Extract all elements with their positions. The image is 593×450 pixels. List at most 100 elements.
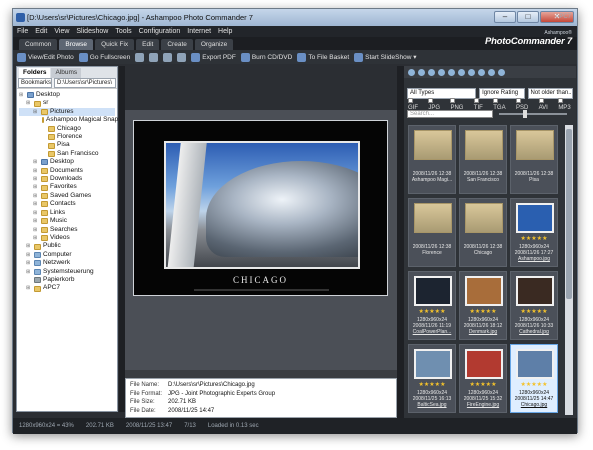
tree-item[interactable]: ⊞ Searches xyxy=(19,226,115,234)
maximize-button[interactable]: □ xyxy=(517,11,539,23)
redo-icon[interactable] xyxy=(149,52,159,62)
thumbnail[interactable]: ★★★★★ 1280x960x24 2008/11/26 17:27 Ashampoo… xyxy=(510,198,558,267)
menu-file[interactable]: File xyxy=(17,26,28,37)
view-icon[interactable] xyxy=(458,68,465,76)
checkbox-tif[interactable]: TIF xyxy=(473,97,488,111)
tab-albums[interactable]: Albums xyxy=(51,68,82,78)
tree-item[interactable]: ⊞ Systemsteuerung xyxy=(19,268,115,276)
checkbox-box[interactable] xyxy=(450,97,456,103)
tree-item[interactable]: ⊞ Computer xyxy=(19,251,115,259)
sort-icon[interactable] xyxy=(448,68,455,76)
checkbox-png[interactable]: PNG xyxy=(450,97,468,111)
rotate-left-icon[interactable] xyxy=(163,52,173,62)
expand-toggle-icon[interactable]: ⊞ xyxy=(33,192,39,200)
menu-configuration[interactable]: Configuration xyxy=(139,26,181,37)
checkbox-box[interactable] xyxy=(558,97,564,103)
tree-item[interactable]: ⊞ Netzwerk xyxy=(19,259,115,267)
expand-toggle-icon[interactable]: ⊞ xyxy=(33,234,39,242)
thumbnail[interactable]: ★★★★★ 1280x960x24 2008/11/25 16:13 BalticSe… xyxy=(408,344,456,413)
menu-help[interactable]: Help xyxy=(218,26,232,37)
tree-item[interactable]: ⊞ Videos xyxy=(19,234,115,242)
checkbox-box[interactable] xyxy=(428,97,434,103)
menu-internet[interactable]: Internet xyxy=(187,26,211,37)
menu-slideshow[interactable]: Slideshow xyxy=(76,26,108,37)
tree-item[interactable]: ⊞ Documents xyxy=(19,167,115,175)
tree-item[interactable]: ⊞ sr xyxy=(19,99,115,107)
search-input[interactable]: Search... xyxy=(407,110,493,118)
checkbox-jpg[interactable]: JPG xyxy=(428,97,445,111)
tree-item[interactable]: ⊞ Favorites xyxy=(19,183,115,191)
zoom-slider-knob[interactable] xyxy=(523,110,527,118)
expand-toggle-icon[interactable]: ⊞ xyxy=(33,175,39,183)
rotate-icon[interactable] xyxy=(468,68,475,76)
thumbnail[interactable]: 2008/11/26 12:38 Pisa xyxy=(510,125,558,194)
thumb-scrollbar-handle[interactable] xyxy=(566,129,572,299)
tree-item[interactable]: ⊞ APC7 xyxy=(19,284,115,292)
thumb-scrollbar[interactable] xyxy=(565,125,573,415)
tree-item[interactable]: Ashampoo Magical Snap xyxy=(19,116,118,124)
tab-quick-fix[interactable]: Quick Fix xyxy=(95,39,135,50)
rating-stars[interactable]: ★★★★★ xyxy=(460,382,506,389)
rating-stars[interactable]: ★★★★★ xyxy=(409,309,455,316)
toolbar-button-3[interactable]: Burn CD/DVD xyxy=(240,52,292,62)
tree-item[interactable]: Chicago xyxy=(19,125,115,133)
minimize-button[interactable]: – xyxy=(494,11,516,23)
expand-toggle-icon[interactable]: ⊞ xyxy=(26,99,32,107)
up-icon[interactable] xyxy=(428,68,435,76)
thumbnail[interactable]: ★★★★★ 1280x960x24 2008/11/25 15:32 FireEngi… xyxy=(459,344,507,413)
tree-item[interactable]: ⊞ Downloads xyxy=(19,175,115,183)
thumbnail[interactable]: ★★★★★ 1280x960x24 2008/11/26 10:33 Cathedra… xyxy=(510,271,558,340)
rotate-right-icon[interactable] xyxy=(177,52,187,62)
checkbox-psd[interactable]: PSD xyxy=(515,97,534,111)
back-icon[interactable] xyxy=(408,68,415,76)
thumbnail[interactable]: 2008/11/26 12:38 Florence xyxy=(408,198,456,267)
checkbox-box[interactable] xyxy=(473,97,479,103)
thumbnail[interactable]: 2008/11/26 12:38 Ashampoo Magi... xyxy=(408,125,456,194)
tree-item[interactable]: ⊞ Desktop xyxy=(19,158,115,166)
expand-toggle-icon[interactable]: ⊞ xyxy=(26,268,32,276)
tree-item[interactable]: Pisa xyxy=(19,141,115,149)
tree-item[interactable]: San Francisco xyxy=(19,150,115,158)
rating-stars[interactable]: ★★★★★ xyxy=(511,236,557,243)
checkbox-mp3[interactable]: MP3 xyxy=(558,97,576,111)
expand-toggle-icon[interactable]: ⊞ xyxy=(26,251,32,259)
expand-toggle-icon[interactable]: ⊞ xyxy=(26,284,32,292)
rating-stars[interactable]: ★★★★★ xyxy=(409,382,455,389)
tree-item[interactable]: Florence xyxy=(19,133,115,141)
thumbnail[interactable]: ★★★★★ 1280x960x24 2008/11/26 18:12 Denmark.… xyxy=(459,271,507,340)
tree-item[interactable]: ⊞ Saved Games xyxy=(19,192,115,200)
thumbnail[interactable]: 2008/11/26 12:38 Chicago xyxy=(459,198,507,267)
checkbox-avi[interactable]: AVI xyxy=(538,97,554,111)
thumbnail[interactable]: ★★★★★ 1280x960x24 2008/11/25 14:47 Chicago.… xyxy=(510,344,558,413)
tab-browse[interactable]: Browse xyxy=(59,39,94,50)
checkbox-box[interactable] xyxy=(493,97,499,103)
toolbar-button-4[interactable]: To File Basket xyxy=(297,52,349,62)
tree-item[interactable]: ⊞ Public xyxy=(19,242,115,250)
tab-create[interactable]: Create xyxy=(161,39,193,50)
expand-toggle-icon[interactable]: ⊞ xyxy=(33,217,39,225)
path-dropdown[interactable]: D:\Users\sr\Pictures\ xyxy=(54,78,116,88)
rating-stars[interactable]: ★★★★★ xyxy=(511,382,557,389)
toolbar-button-1[interactable]: Go Fullscreen xyxy=(78,52,130,62)
settings-icon[interactable] xyxy=(498,68,505,76)
expand-toggle-icon[interactable]: ⊞ xyxy=(33,108,39,116)
tab-edit[interactable]: Edit xyxy=(136,39,160,50)
expand-toggle-icon[interactable]: ⊞ xyxy=(33,200,39,208)
preview-image[interactable] xyxy=(164,141,360,269)
menu-edit[interactable]: Edit xyxy=(35,26,47,37)
bookmarks-dropdown[interactable]: Bookmarks ▾ xyxy=(18,78,52,88)
rating-stars[interactable]: ★★★★★ xyxy=(511,309,557,316)
toolbar-button-2[interactable]: Export PDF xyxy=(191,52,236,62)
tree-item[interactable]: ⊞ Pictures xyxy=(19,107,115,117)
expand-toggle-icon[interactable]: ⊞ xyxy=(33,167,39,175)
tree-item[interactable]: Papierkorb xyxy=(19,276,115,284)
expand-toggle-icon[interactable]: ⊞ xyxy=(33,209,39,217)
expand-toggle-icon[interactable]: ⊞ xyxy=(33,183,39,191)
checkbox-box[interactable] xyxy=(408,97,413,103)
copy-icon[interactable] xyxy=(488,68,495,76)
right-splitter[interactable] xyxy=(397,66,404,418)
checkbox-gif[interactable]: GIF xyxy=(408,97,423,111)
checkbox-tga[interactable]: TGA xyxy=(493,97,511,111)
tab-folders[interactable]: Folders xyxy=(19,68,51,78)
checkbox-box[interactable] xyxy=(538,97,544,103)
